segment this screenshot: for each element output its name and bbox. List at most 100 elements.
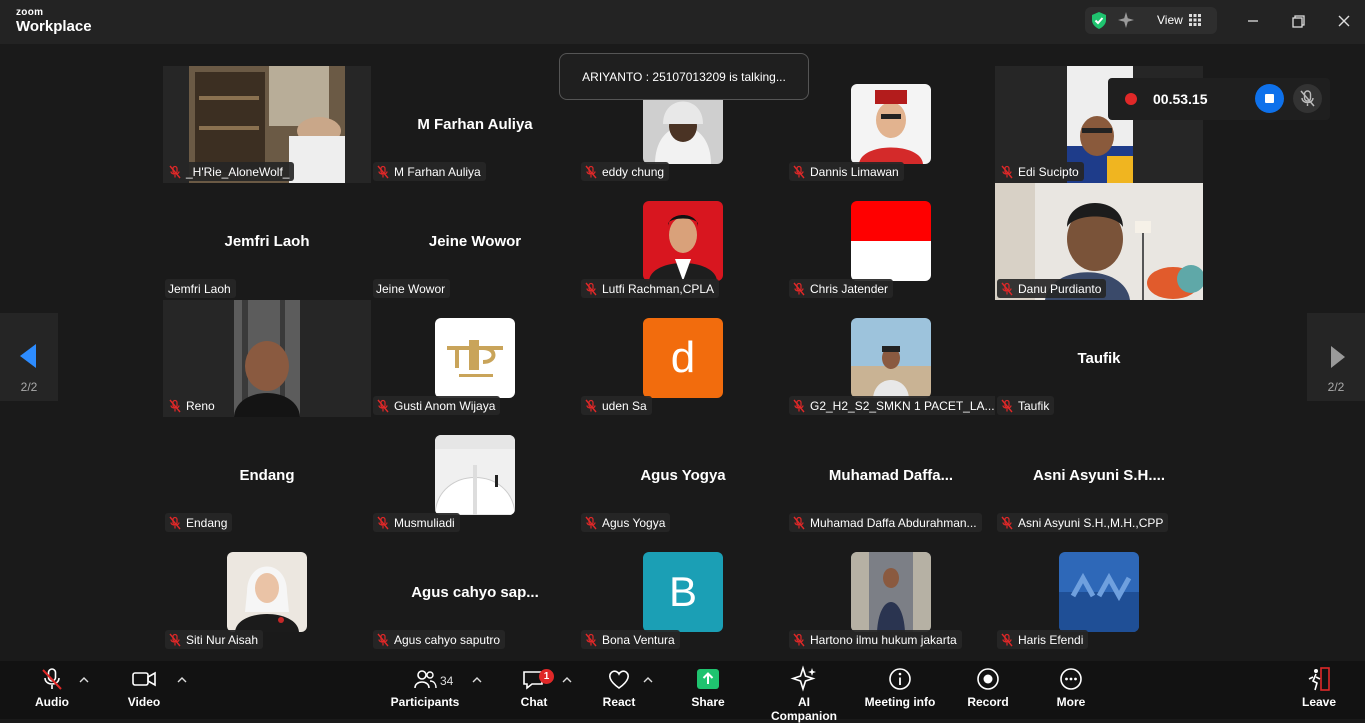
video-label: Video <box>127 695 161 709</box>
profile-photo <box>851 201 931 281</box>
participant-tile[interactable]: _H'Rie_AloneWolf_ <box>163 66 371 183</box>
name-tag: Taufik <box>997 396 1055 415</box>
participant-tile[interactable]: Musmuliadi <box>371 417 579 534</box>
grid-icon[interactable] <box>1189 14 1201 26</box>
participants-label: Participants <box>390 695 460 709</box>
audio-button[interactable]: Audio <box>30 665 74 709</box>
shield-icon[interactable] <box>1090 11 1108 30</box>
ai-companion-button[interactable]: AI Companion <box>764 665 844 723</box>
share-button[interactable]: Share <box>688 665 728 709</box>
participant-tile[interactable]: B Bona Ventura <box>579 534 787 651</box>
chevron-up-icon[interactable] <box>79 675 89 685</box>
participant-tile[interactable]: Haris Efendi <box>995 534 1203 651</box>
participant-name: G2_H2_S2_SMKN 1 PACET_LA... <box>810 398 995 413</box>
record-button[interactable]: Record <box>966 665 1010 709</box>
muted-mic-icon <box>793 399 805 412</box>
name-tag: Gusti Anom Wijaya <box>373 396 501 415</box>
next-page-button[interactable]: 2/2 <box>1307 313 1365 401</box>
title-bar: zoom Workplace View <box>0 0 1365 44</box>
close-icon[interactable] <box>1333 10 1355 32</box>
name-tag: Muhamad Daffa Abdurahman... <box>789 513 982 532</box>
previous-page-button[interactable]: 2/2 <box>0 313 58 401</box>
participant-name: Jemfri Laoh <box>168 281 231 296</box>
participant-tile[interactable]: Hartono ilmu hukum jakarta <box>787 534 995 651</box>
participant-tile[interactable]: G2_H2_S2_SMKN 1 PACET_LA... <box>787 300 995 417</box>
chevron-up-icon[interactable] <box>472 675 482 685</box>
participant-name: Jeine Wowor <box>376 281 446 296</box>
avatar-letter: B <box>643 552 723 632</box>
participant-display-name: Agus Yogya <box>640 467 726 484</box>
participant-name: M Farhan Auliya <box>394 164 481 179</box>
minimize-icon[interactable] <box>1242 10 1264 32</box>
name-tag: Edi Sucipto <box>997 162 1084 181</box>
participant-tile[interactable]: Dannis Limawan <box>787 66 995 183</box>
chat-label: Chat <box>520 695 548 709</box>
participant-tile[interactable]: Asni Asyuni S.H.... Asni Asyuni S.H.,M.H… <box>995 417 1203 534</box>
sparkle-icon[interactable] <box>1117 11 1135 29</box>
muted-mic-icon <box>1001 633 1013 646</box>
muted-mic-icon <box>585 165 597 178</box>
muted-mic-icon <box>169 516 181 529</box>
muted-mic-icon <box>1001 516 1013 529</box>
participant-tile[interactable]: Lutfi Rachman,CPLA <box>579 183 787 300</box>
meeting-info-button[interactable]: Meeting info <box>864 665 936 709</box>
participant-tile[interactable]: d uden Sa <box>579 300 787 417</box>
restore-icon[interactable] <box>1287 10 1309 32</box>
participant-tile[interactable]: Danu Purdianto <box>995 183 1203 300</box>
profile-photo <box>851 318 931 398</box>
participant-name: Endang <box>186 515 228 530</box>
arrow-right-icon <box>1331 346 1345 368</box>
name-tag: G2_H2_S2_SMKN 1 PACET_LA... <box>789 396 995 415</box>
muted-mic-icon <box>169 399 181 412</box>
name-tag: Reno <box>165 396 220 415</box>
workplace-logo: Workplace <box>16 18 92 35</box>
video-button[interactable]: Video <box>122 665 166 709</box>
participant-name: Taufik <box>1018 398 1050 413</box>
participant-tile[interactable]: Agus cahyo sap... Agus cahyo saputro <box>371 534 579 651</box>
participant-name: Agus Yogya <box>602 515 666 530</box>
participant-tile[interactable]: Siti Nur Aisah <box>163 534 371 651</box>
more-icon <box>1060 668 1082 690</box>
muted-mic-icon <box>793 282 805 295</box>
more-button[interactable]: More <box>1052 665 1090 709</box>
share-label: Share <box>691 695 725 709</box>
name-tag: uden Sa <box>581 396 652 415</box>
participant-tile[interactable]: M Farhan Auliya M Farhan Auliya <box>371 66 579 183</box>
chevron-up-icon[interactable] <box>177 675 187 685</box>
chat-unread-badge: 1 <box>539 669 554 684</box>
heart-icon <box>609 670 629 689</box>
name-tag: Danu Purdianto <box>997 279 1107 298</box>
leave-button[interactable]: Leave <box>1300 665 1338 709</box>
participant-tile[interactable]: Agus Yogya Agus Yogya <box>579 417 787 534</box>
participant-tile[interactable]: Jemfri Laoh Jemfri Laoh <box>163 183 371 300</box>
name-tag: Endang <box>165 513 233 532</box>
participant-display-name: Agus cahyo sap... <box>411 584 539 601</box>
participant-tile[interactable]: Muhamad Daffa... Muhamad Daffa Abdurahma… <box>787 417 995 534</box>
participant-name: Siti Nur Aisah <box>186 632 259 647</box>
more-label: More <box>1056 695 1086 709</box>
participant-display-name: Asni Asyuni S.H.... <box>1033 467 1165 484</box>
participant-tile[interactable]: Reno <box>163 300 371 417</box>
participant-tile[interactable]: Endang Endang <box>163 417 371 534</box>
muted-mic-icon <box>793 516 805 529</box>
name-tag: Haris Efendi <box>997 630 1089 649</box>
participant-name: eddy chung <box>602 164 665 179</box>
participant-tile[interactable]: Taufik Taufik <box>995 300 1203 417</box>
name-tag: _H'Rie_AloneWolf_ <box>165 162 295 181</box>
chevron-up-icon[interactable] <box>643 675 653 685</box>
react-button[interactable]: React <box>600 665 638 709</box>
view-button[interactable]: View <box>1157 13 1183 27</box>
stop-recording-button[interactable] <box>1255 84 1284 113</box>
participant-tile[interactable]: Jeine Wowor Jeine Wowor <box>371 183 579 300</box>
chevron-up-icon[interactable] <box>562 675 572 685</box>
name-tag: Dannis Limawan <box>789 162 904 181</box>
record-label: Record <box>967 695 1009 709</box>
name-tag: Jemfri Laoh <box>165 279 236 298</box>
participant-tile[interactable]: Chris Jatender <box>787 183 995 300</box>
name-tag: Chris Jatender <box>789 279 894 298</box>
name-tag: Hartono ilmu hukum jakarta <box>789 630 962 649</box>
profile-photo <box>851 84 931 164</box>
recording-mic-toggle[interactable] <box>1293 84 1322 113</box>
participant-tile[interactable]: Gusti Anom Wijaya <box>371 300 579 417</box>
name-tag: Agus Yogya <box>581 513 671 532</box>
